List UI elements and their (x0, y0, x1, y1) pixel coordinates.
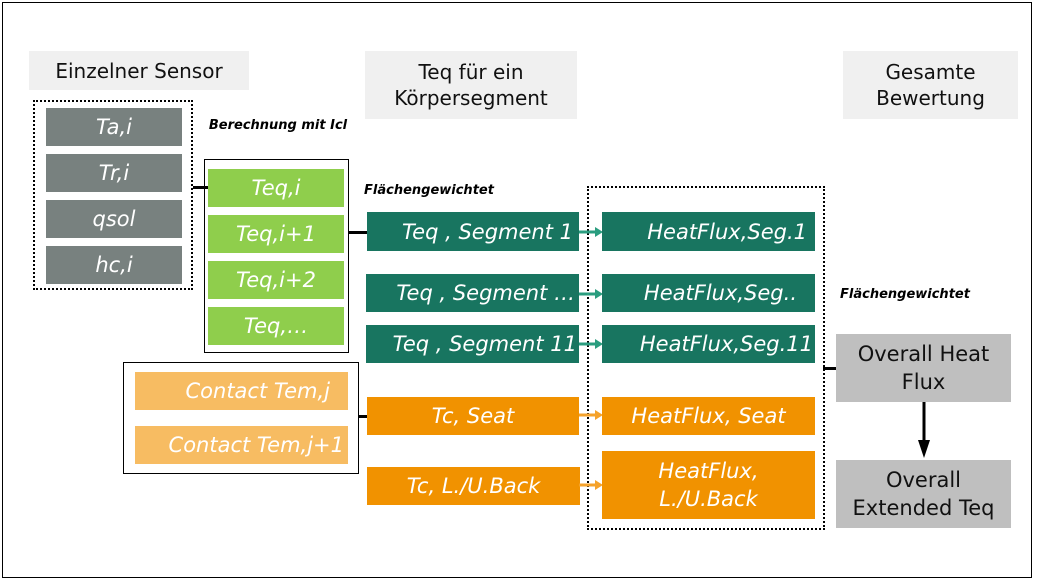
connector-teq-to-segment (349, 231, 367, 234)
arrow-seat (579, 410, 603, 420)
header-gesamte-bewertung: Gesamte Bewertung (843, 51, 1018, 119)
teq-box-ellipsis: Teq,… (208, 307, 344, 345)
arrow-segment-11 (579, 339, 603, 349)
segment-box-ellipsis: Teq , Segment … (366, 274, 579, 312)
annotation-flaechengewichtet-overall: Flächengewichtet (840, 287, 970, 302)
heatflux-box-seg-11: HeatFlux,Seg.11 (602, 325, 815, 363)
segment-box-11: Teq , Segment 11 (366, 325, 579, 363)
annotation-flaechengewichtet-segments: Flächengewichtet (364, 183, 494, 198)
arrow-segment-ellipsis (579, 289, 603, 299)
arrow-segment-1 (579, 227, 603, 237)
arrow-heatflux-to-extended-teq (918, 402, 930, 458)
contact-temp-box-j-plus-1: Contact Tem,j+1 (135, 426, 348, 464)
segment-box-1: Teq , Segment 1 (367, 212, 579, 251)
tc-seat-box: Tc, Seat (367, 397, 579, 435)
annotation-berechnung-mit-icl: Berechnung mit Icl (208, 118, 348, 133)
sensor-box-hc: hc,i (46, 246, 182, 284)
heatflux-box-seg-1: HeatFlux,Seg.1 (602, 212, 815, 251)
tc-back-box: Tc, L./U.Back (367, 467, 580, 505)
overall-heat-flux-box: Overall Heat Flux (836, 334, 1011, 402)
connector-heatflux-to-overall (823, 367, 837, 370)
arrow-back (579, 480, 603, 490)
header-einzelner-sensor: Einzelner Sensor (29, 51, 249, 90)
teq-box-i-plus-1: Teq,i+1 (208, 215, 344, 253)
contact-temp-box-j: Contact Tem,j (135, 372, 348, 410)
header-teq-koerpersegment: Teq für ein Körpersegment (365, 51, 577, 119)
sensor-box-ta: Ta,i (46, 108, 182, 146)
sensor-box-qsol: qsol (46, 200, 182, 238)
heatflux-box-back: HeatFlux, L./U.Back (602, 451, 815, 519)
overall-extended-teq-box: Overall Extended Teq (836, 460, 1011, 528)
teq-box-i-plus-2: Teq,i+2 (208, 261, 344, 299)
sensor-box-tr: Tr,i (46, 154, 182, 192)
heatflux-box-seat: HeatFlux, Seat (602, 397, 815, 435)
teq-box-i: Teq,i (208, 169, 344, 207)
heatflux-box-seg-ellipsis: HeatFlux,Seg.. (602, 274, 815, 312)
